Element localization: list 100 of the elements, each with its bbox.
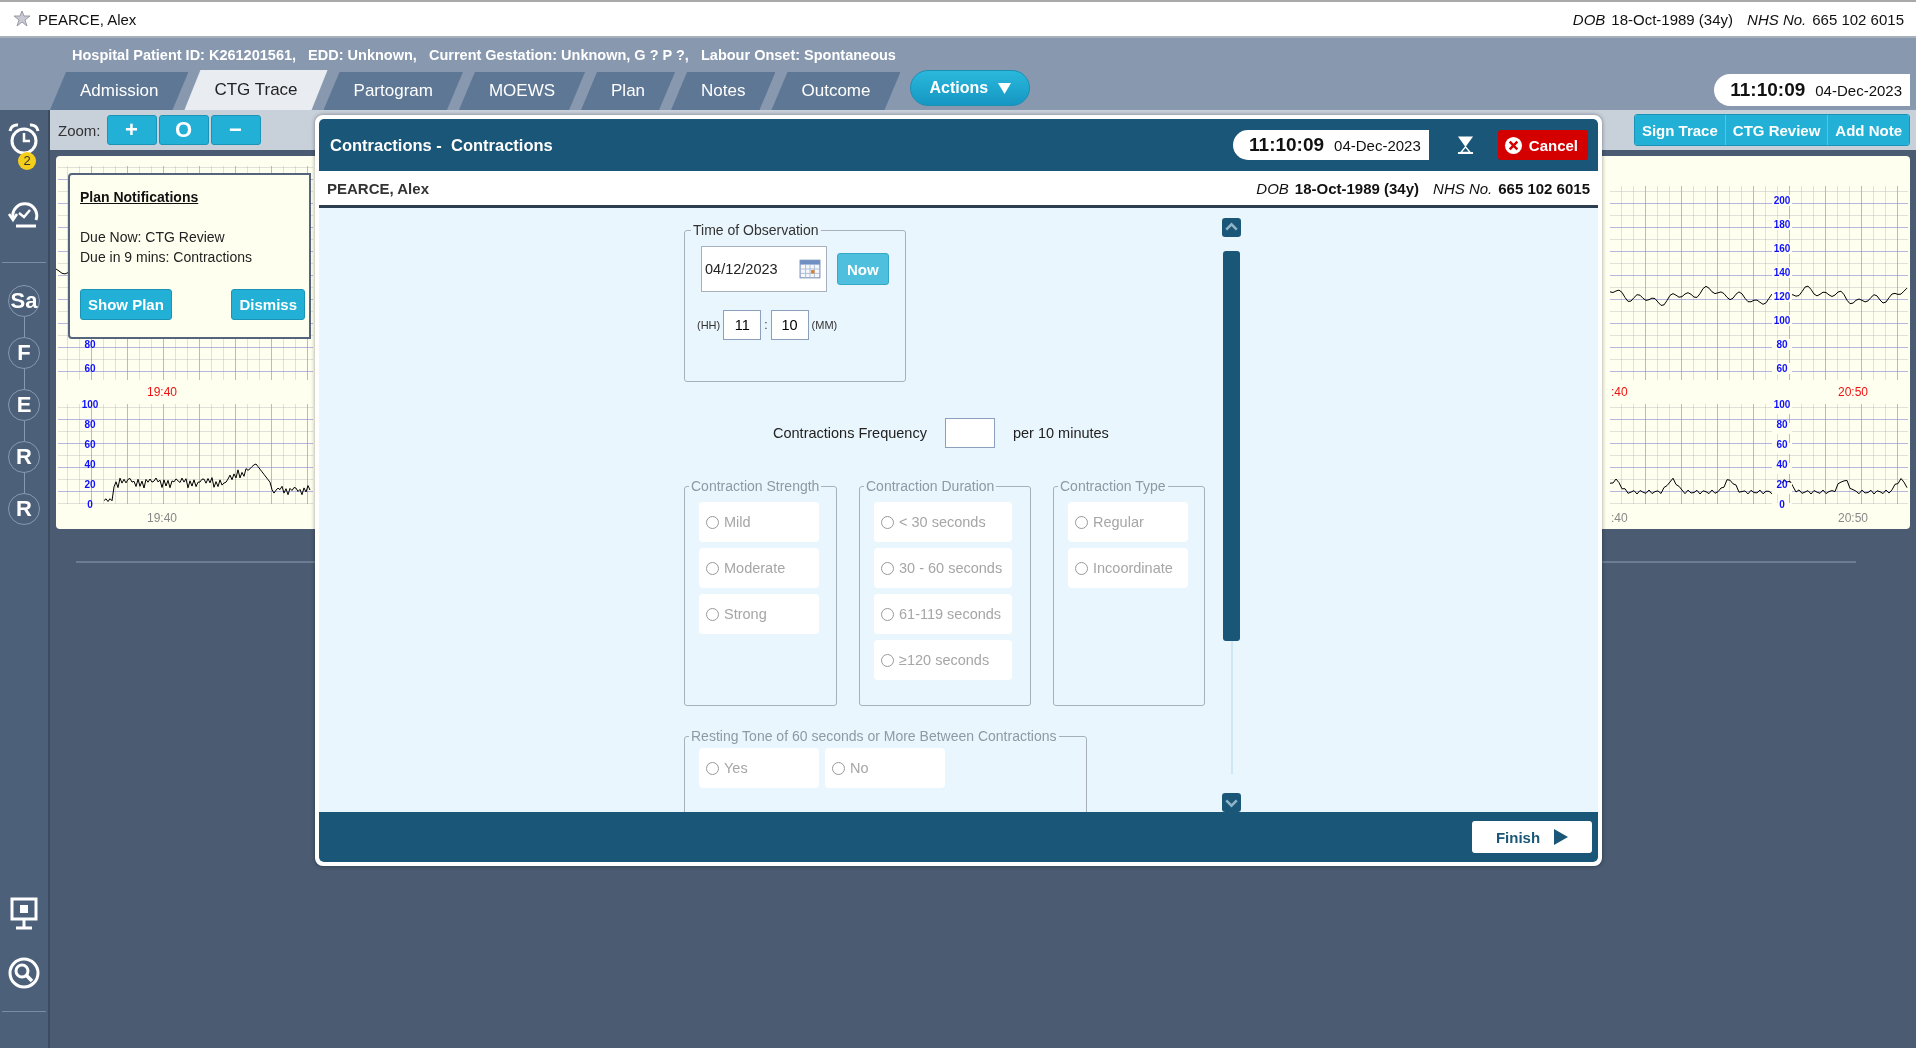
time-marker: 19:40	[147, 385, 177, 399]
caret-icon	[998, 82, 1012, 94]
date-field[interactable]: 04/12/2023	[701, 246, 827, 292]
tab[interactable]: CTG Trace	[184, 70, 328, 110]
minute-field[interactable]: 10	[770, 310, 809, 340]
tick-label: 60	[1776, 363, 1788, 374]
option-label: 30 - 60 seconds	[899, 560, 1003, 576]
option-label: 61-119 seconds	[899, 606, 1002, 622]
trace-action-button[interactable]: Add Note	[1827, 115, 1909, 145]
calendar-icon[interactable]	[799, 259, 821, 279]
option-label: Regular	[1093, 514, 1144, 530]
group-legend: Resting Tone of 60 seconds or More Between Contractions	[689, 728, 1059, 744]
clock-date: 04-Dec-2023	[1334, 136, 1421, 154]
tick-label: 200	[1773, 195, 1791, 206]
option-label: < 30 seconds	[899, 514, 986, 530]
tick-label: 20	[1776, 479, 1788, 490]
tab[interactable]: Partogram	[323, 72, 463, 110]
zoom-button[interactable]: −	[210, 115, 261, 145]
option-label: Incoordinate	[1093, 560, 1173, 576]
tick-label: 80	[84, 419, 96, 430]
tick-label: 40	[1776, 459, 1788, 470]
tab[interactable]: Notes	[671, 72, 776, 110]
finish-button[interactable]: Finish	[1472, 821, 1592, 853]
zoom-button[interactable]: +	[106, 115, 157, 145]
tick-label: 80	[84, 339, 96, 350]
notification-title: Plan Notifications	[80, 189, 200, 205]
tick-label: 80	[1776, 419, 1788, 430]
clock-time: 11:10:09	[1249, 134, 1325, 156]
cancel-button[interactable]: Cancel	[1497, 130, 1588, 160]
tab[interactable]: Plan	[581, 72, 676, 110]
nhs-number: 665 102 6015	[1498, 179, 1590, 197]
tick-label: 100	[1773, 315, 1791, 326]
tick-label: 100	[81, 399, 99, 410]
clock-date: 04-Dec-2023	[1815, 81, 1902, 99]
dob-value: 18-Oct-1989 (34y)	[1611, 10, 1734, 28]
frequency-field[interactable]	[944, 418, 995, 448]
scroll-up-button[interactable]	[1222, 218, 1241, 237]
time-label: 20:50	[1838, 511, 1868, 525]
hourglass-icon[interactable]	[1456, 135, 1474, 155]
nhs-label: NHS No.	[1747, 10, 1807, 28]
tick-label: 100	[1773, 399, 1791, 410]
tick-label: 120	[1773, 291, 1791, 302]
clock-time: 11:10:09	[1730, 79, 1806, 101]
patient-name: PEARCE, Alex	[327, 179, 429, 197]
play-icon	[1554, 829, 1569, 845]
option-label: Strong	[724, 606, 767, 622]
time-label: :40	[1611, 511, 1628, 525]
close-icon	[1503, 135, 1523, 155]
search-icon[interactable]	[6, 955, 42, 991]
dob-label: DOB	[1256, 179, 1289, 197]
zoom-label: Zoom:	[58, 121, 101, 139]
dob-value: 18-Oct-1989 (34y)	[1294, 179, 1420, 197]
actions-button[interactable]: Actions	[910, 70, 1031, 106]
tick-label: 40	[84, 459, 96, 470]
group-legend: Contraction Duration	[864, 478, 997, 494]
tick-label: 20	[84, 479, 96, 490]
frequency-label: Contractions Frequency	[773, 425, 927, 441]
patient-info-line: Hospital Patient ID: K261201561, EDD: Unknown, Current Gestation: Unknown, G ? P ?, Labour Onset: Spontaneous	[71, 46, 897, 65]
scroll-down-button[interactable]	[1222, 793, 1241, 812]
tick-label: 0	[87, 499, 93, 510]
trace-action-button[interactable]: CTG Review	[1724, 115, 1828, 145]
tick-label: 80	[1776, 339, 1788, 350]
time-marker: :40	[1611, 385, 1628, 399]
dialog-title: Contractions - Contractions	[330, 135, 553, 155]
nhs-number: 665 102 6015	[1812, 10, 1904, 28]
dob-label: DOB	[1572, 10, 1606, 28]
tick-label: 0	[1779, 499, 1785, 510]
trace-action-button[interactable]: Sign Trace	[1634, 115, 1725, 145]
patient-name: PEARCE, Alex	[38, 10, 137, 28]
scrollbar-thumb[interactable]	[1223, 251, 1240, 641]
frequency-unit: per 10 minutes	[1012, 425, 1109, 441]
group-legend: Time of Observation	[691, 222, 821, 238]
tick-label: 180	[1773, 219, 1791, 230]
tick-label: 60	[84, 363, 96, 374]
flower-icon	[12, 9, 32, 29]
hour-field[interactable]: 11	[723, 310, 762, 340]
notification-button[interactable]: Dismiss	[231, 289, 305, 320]
group-legend: Contraction Type	[1058, 478, 1168, 494]
tick-label: 140	[1773, 267, 1791, 278]
nhs-label: NHS No.	[1433, 179, 1493, 197]
tick-label: 60	[84, 439, 96, 450]
option-label: No	[850, 760, 869, 776]
notification-button[interactable]: Show Plan	[80, 289, 172, 320]
option-label: Yes	[724, 760, 748, 776]
tab[interactable]: MOEWS	[458, 72, 586, 110]
tab[interactable]: Admission	[50, 72, 189, 110]
now-button[interactable]: Now	[837, 253, 889, 285]
tick-label: 160	[1773, 243, 1791, 254]
hour-label: (HH)	[697, 319, 721, 331]
option-label: Mild	[724, 514, 751, 530]
option-label: ≥120 seconds	[899, 652, 990, 668]
time-marker: 20:50	[1838, 385, 1868, 399]
notification-text: Due Now: CTG Review	[80, 228, 226, 247]
notification-text: Due in 9 mins: Contractions	[80, 248, 253, 267]
zoom-button[interactable]: O	[158, 115, 209, 145]
alarm-count-badge: 2	[18, 152, 36, 170]
tick-label: 60	[1776, 439, 1788, 450]
tab[interactable]: Outcome	[771, 72, 901, 110]
time-separator: :	[764, 318, 768, 332]
time-label: 19:40	[147, 511, 177, 525]
